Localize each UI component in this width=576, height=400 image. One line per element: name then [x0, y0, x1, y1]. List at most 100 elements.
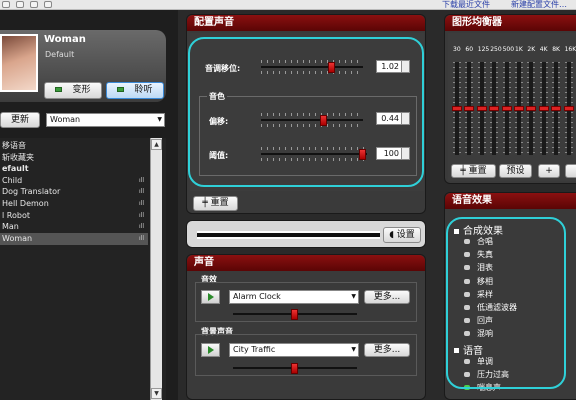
voice-list-item-label: 移语音: [2, 141, 26, 150]
signal-icon: ıll: [138, 176, 144, 184]
profile-preset: Default: [45, 50, 75, 59]
voice-list-item-label: Woman: [2, 233, 33, 243]
eq-band-knob[interactable]: [476, 106, 487, 111]
eq-preset-button[interactable]: 预设: [499, 164, 532, 178]
voice-list-item-label: Child: [2, 175, 23, 185]
voice-list-item[interactable]: Child ıll: [0, 175, 148, 187]
effect-more-button[interactable]: 更多...: [364, 290, 410, 304]
sound-title: 声音: [187, 255, 425, 271]
play-icon: [208, 293, 214, 301]
eq-band-knob[interactable]: [514, 106, 524, 111]
signal-icon: ıll: [138, 211, 144, 219]
listen-icon: [117, 87, 125, 92]
voice-config-title: 配置声音: [187, 15, 425, 31]
voice-list-item[interactable]: Dog Translator ıll: [0, 186, 148, 198]
voice-select[interactable]: Woman ▼: [46, 113, 165, 127]
eq-band-knob[interactable]: [464, 106, 475, 111]
background-select[interactable]: City Traffic ▼: [229, 343, 359, 357]
eq-reset-button[interactable]: ╪ 重置: [451, 164, 496, 178]
effect-volume-knob[interactable]: [291, 309, 298, 320]
eq-reset-label: 重置: [468, 166, 487, 176]
background-volume-slider[interactable]: [233, 361, 357, 375]
voice-list-item-label: Dog Translator: [2, 187, 61, 197]
background-volume-knob[interactable]: [291, 363, 298, 374]
voice-list-scrollbar[interactable]: ▲ ▼: [150, 138, 162, 400]
eq-band-label: 2K: [527, 46, 536, 53]
eq-more-button[interactable]: [565, 164, 576, 178]
voice-list-item-label: efault: [2, 164, 29, 174]
top-link[interactable]: 下载最近文件: [442, 0, 490, 10]
sound-panel: 声音 音效 Alarm Clock ▼ 更多... 背景声音 City Traff…: [186, 254, 426, 400]
eq-band-label: 4K: [539, 46, 548, 53]
reset-icon: ╪: [460, 166, 469, 176]
highlight-box: [446, 217, 566, 389]
signal-icon: ıll: [138, 234, 144, 242]
effect-select-value: Alarm Clock: [233, 292, 281, 301]
morph-icon: [55, 87, 63, 92]
scroll-up-icon[interactable]: ▲: [151, 139, 162, 150]
output-meter-bar: ◖ 设置: [186, 220, 426, 248]
play-icon: [208, 346, 214, 354]
voice-list-item-label: l Robot: [2, 210, 30, 220]
effect-volume-slider[interactable]: [233, 307, 357, 321]
level-meter: [197, 231, 380, 239]
toolbar-icon[interactable]: [44, 1, 52, 8]
eq-band-label: 125: [477, 46, 490, 53]
chevron-down-icon: ▼: [351, 293, 356, 300]
eq-band-knob[interactable]: [551, 106, 562, 111]
voice-list-item[interactable]: efault: [0, 163, 148, 175]
voice-list-item[interactable]: Hell Demon ıll: [0, 198, 148, 210]
morph-button[interactable]: 变形: [44, 82, 102, 99]
morph-label: 变形: [72, 85, 91, 95]
eq-band-label: 500: [502, 46, 515, 53]
listen-label: 聆听: [134, 85, 153, 95]
scroll-down-icon[interactable]: ▼: [151, 388, 162, 399]
voice-list-item[interactable]: 斩收藏夹: [0, 152, 148, 164]
output-setup-button[interactable]: ◖ 设置: [383, 227, 421, 243]
voice-reset-label: 重置: [210, 198, 229, 208]
voice-list-item-label: 斩收藏夹: [2, 152, 34, 162]
voice-list-item[interactable]: l Robot ıll: [0, 210, 148, 222]
eq-band-label: 60: [465, 46, 474, 53]
eq-band-knob[interactable]: [501, 106, 512, 111]
signal-icon: ıll: [138, 200, 144, 207]
eq-band-knob[interactable]: [526, 106, 537, 111]
effect-play-button[interactable]: [201, 290, 220, 304]
background-play-button[interactable]: [201, 343, 220, 357]
toolbar-icon[interactable]: [16, 1, 24, 8]
voice-list-item[interactable]: Woman ıll: [0, 232, 148, 245]
voice-list-item-label: Man: [2, 222, 19, 232]
voice-list-item[interactable]: 移语音: [0, 140, 148, 152]
voice-select-value: Woman: [50, 115, 81, 124]
output-setup-label: 设置: [396, 230, 415, 240]
eq-band-label: 8K: [552, 46, 560, 53]
top-strip: 下载最近文件 新建配置文件…: [0, 0, 576, 10]
reset-icon: ╪: [202, 198, 211, 208]
update-button[interactable]: 更新: [0, 112, 40, 128]
eq-band-knob[interactable]: [538, 106, 549, 111]
eq-add-button[interactable]: +: [538, 164, 560, 178]
highlight-box: [188, 37, 424, 187]
toolbar-icon[interactable]: [30, 1, 38, 8]
voice-select-bar: 更新 Woman ▼: [0, 112, 166, 129]
background-more-button[interactable]: 更多...: [364, 343, 410, 357]
eq-band-knob[interactable]: [563, 106, 574, 111]
voice-reset-button[interactable]: ╪ 重置: [193, 196, 238, 211]
voice-list-item[interactable]: Man ıll: [0, 221, 148, 233]
eq-band-label: 16K: [564, 46, 576, 53]
voice-effects-title: 语音效果: [445, 193, 576, 209]
toolbar-icon[interactable]: [2, 1, 10, 8]
equalizer-title: 图形均衡器: [445, 15, 576, 31]
background-select-value: City Traffic: [233, 345, 276, 354]
eq-band-knob[interactable]: [452, 106, 462, 111]
eq-band-label: 30: [453, 46, 461, 53]
voice-list-item-label: Hell Demon: [2, 199, 49, 208]
avatar: [0, 34, 38, 92]
top-link[interactable]: 新建配置文件…: [511, 0, 567, 10]
listen-button[interactable]: 聆听: [106, 82, 164, 99]
profile-name: Woman: [44, 34, 86, 45]
effect-select[interactable]: Alarm Clock ▼: [229, 290, 359, 304]
eq-band-knob[interactable]: [489, 106, 500, 111]
voice-list: 移语音 斩收藏夹 efault Child ıll Dog Translator ıll He…: [0, 138, 166, 400]
eq-band-label: 1K: [515, 46, 523, 53]
